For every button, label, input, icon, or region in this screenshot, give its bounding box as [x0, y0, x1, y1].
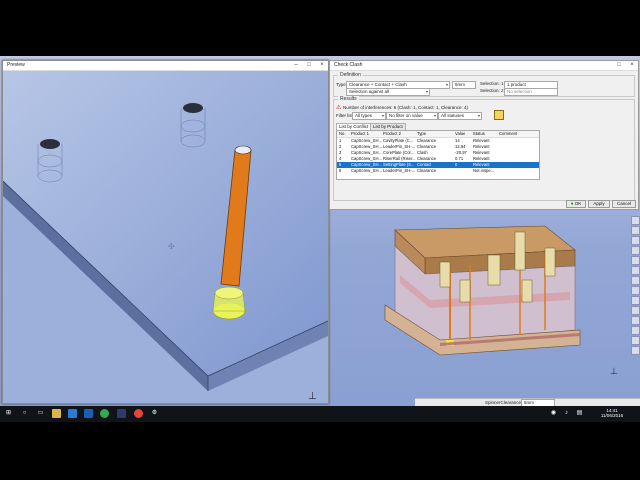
table-row[interactable]: 6 CapScrew_SH... LeaderPin_SH-... Clearance…	[337, 168, 539, 174]
catia-icon[interactable]	[117, 409, 126, 418]
close-icon[interactable]: ×	[626, 61, 638, 70]
folder-icon[interactable]	[52, 409, 61, 418]
toolbar-icon[interactable]	[631, 306, 640, 315]
spinner-value: 5mm	[524, 400, 534, 405]
toolbar-icon[interactable]	[631, 246, 640, 255]
preview-window[interactable]: Preview – □ × ✣ ⊥	[2, 60, 329, 404]
preview-title: Preview	[7, 62, 25, 68]
bolt-hole	[183, 103, 203, 113]
cancel-label: Cancel	[616, 201, 631, 206]
task-view-icon[interactable]: ▭	[36, 409, 45, 418]
definition-label: Definition	[338, 72, 363, 78]
toolbar-icon[interactable]	[631, 326, 640, 335]
col-no[interactable]: No.	[339, 131, 346, 137]
toolbar-icon[interactable]	[631, 236, 640, 245]
clash-title: Check Clash	[334, 62, 363, 68]
apply-button[interactable]: Apply	[588, 200, 610, 208]
selection2-value: No selection	[507, 89, 532, 94]
cell-type: Clearance	[417, 168, 437, 173]
filter-value-dropdown[interactable]: No filter on value ▾	[386, 112, 438, 120]
taskbar: ⊞ ○ ▭ ⚙ ◉ ♪ ▤ 14:41 11/06/2016	[0, 406, 640, 422]
search-icon[interactable]: ○	[20, 409, 29, 418]
network-icon[interactable]: ◉	[549, 409, 558, 418]
preview-3d-view[interactable]: ✣ ⊥	[3, 71, 328, 403]
preview-titlebar[interactable]: Preview – □ ×	[3, 61, 328, 71]
check-clash-dialog[interactable]: Check Clash □ × Definition Type: Clearan…	[329, 60, 639, 210]
col-type[interactable]: Type	[417, 131, 426, 137]
selection2-field[interactable]: No selection	[504, 88, 558, 96]
maximize-icon[interactable]: □	[303, 61, 315, 70]
cell-p2: LeaderPin_SH-...	[383, 168, 416, 173]
selection2-label: Selection: 2	[480, 88, 504, 93]
apply-label: Apply	[593, 201, 605, 206]
results-summary: Number of interferences: 6 (Clash: 1, Co…	[343, 105, 469, 110]
chevron-down-icon: ▾	[381, 113, 384, 118]
cancel-button[interactable]: Cancel	[612, 200, 636, 208]
status-label: SpinnerClearance	[485, 400, 522, 405]
selection1-label: Selection: 1	[480, 81, 504, 86]
svg-text:⊥: ⊥	[308, 391, 317, 402]
toolbar-icon[interactable]	[631, 336, 640, 345]
clearance-value: 5mm	[455, 82, 465, 87]
toolbar-icon[interactable]	[631, 256, 640, 265]
col-product1[interactable]: Product 1	[351, 131, 369, 137]
cell-status: Not inspe...	[473, 168, 495, 173]
clearance-input[interactable]: 5mm	[452, 81, 476, 89]
type-value: Clearance + Contact + Clash	[349, 82, 407, 87]
col-product2[interactable]: Product 2	[383, 131, 401, 137]
clock-date: 11/06/2016	[600, 413, 624, 418]
toolbar-icon[interactable]	[631, 226, 640, 235]
export-icon[interactable]	[494, 110, 504, 120]
maximize-icon[interactable]: □	[613, 61, 625, 70]
svg-text:✣: ✣	[168, 242, 175, 251]
filter-status-value: All statuses	[441, 113, 465, 118]
windows-start-icon[interactable]: ⊞	[4, 409, 13, 418]
toolbar-icon[interactable]	[631, 286, 640, 295]
toolbar-icon[interactable]	[631, 216, 640, 225]
notification-icon[interactable]: ▤	[575, 409, 584, 418]
toolbar-icon[interactable]	[631, 296, 640, 305]
cell-no: 6	[339, 168, 342, 173]
filter-type-dropdown[interactable]: All types ▾	[352, 112, 386, 120]
filter-type-value: All types	[355, 113, 373, 118]
col-status[interactable]: Status	[473, 131, 485, 137]
toolbar-icon[interactable]	[631, 346, 640, 355]
chrome-icon[interactable]	[100, 409, 109, 418]
cell-p1: CapScrew_SH...	[351, 168, 382, 173]
selection1-value: 1 product	[507, 82, 526, 87]
chevron-down-icon: ▾	[477, 113, 480, 118]
filter-value-value: No filter on value	[389, 113, 423, 118]
toolbar-icon[interactable]	[631, 316, 640, 325]
selection-mode-value: Selection against all	[349, 89, 390, 94]
clock[interactable]: 14:41 11/06/2016	[598, 408, 626, 418]
chevron-down-icon: ▾	[425, 89, 428, 94]
minimize-icon[interactable]: –	[290, 61, 302, 70]
chevron-down-icon: ▾	[433, 113, 436, 118]
col-value[interactable]: Value	[455, 131, 465, 137]
col-comment[interactable]: Comment	[499, 131, 517, 137]
bolt-hole	[40, 139, 60, 149]
ok-button[interactable]: ● OK	[566, 200, 586, 208]
store-icon[interactable]	[68, 409, 77, 418]
volume-icon[interactable]: ♪	[562, 409, 571, 418]
settings-icon[interactable]: ⚙	[150, 409, 159, 418]
filter-status-dropdown[interactable]: All statuses ▾	[438, 112, 482, 120]
toolbar-icon[interactable]	[631, 276, 640, 285]
chevron-down-icon: ▾	[445, 82, 448, 87]
table-header: No. Product 1 Product 2 Type Value Statu…	[337, 131, 539, 138]
ok-label: OK	[574, 201, 582, 206]
warning-icon: ⚠	[336, 105, 342, 111]
clash-titlebar[interactable]: Check Clash □ ×	[330, 61, 638, 71]
definition-group: Definition Type: Clearance + Contact + C…	[333, 72, 635, 97]
outlook-icon[interactable]	[84, 409, 93, 418]
selection-mode-dropdown[interactable]: Selection against all ▾	[346, 88, 430, 96]
clash-highlight	[212, 286, 246, 320]
toolbar-icon[interactable]	[631, 266, 640, 275]
chrome-icon-2[interactable]	[134, 409, 143, 418]
results-table[interactable]: No. Product 1 Product 2 Type Value Statu…	[336, 130, 540, 180]
close-icon[interactable]: ×	[316, 61, 328, 70]
axis-compass-icon[interactable]: ⊥	[610, 366, 618, 377]
results-label: Results	[338, 96, 359, 102]
